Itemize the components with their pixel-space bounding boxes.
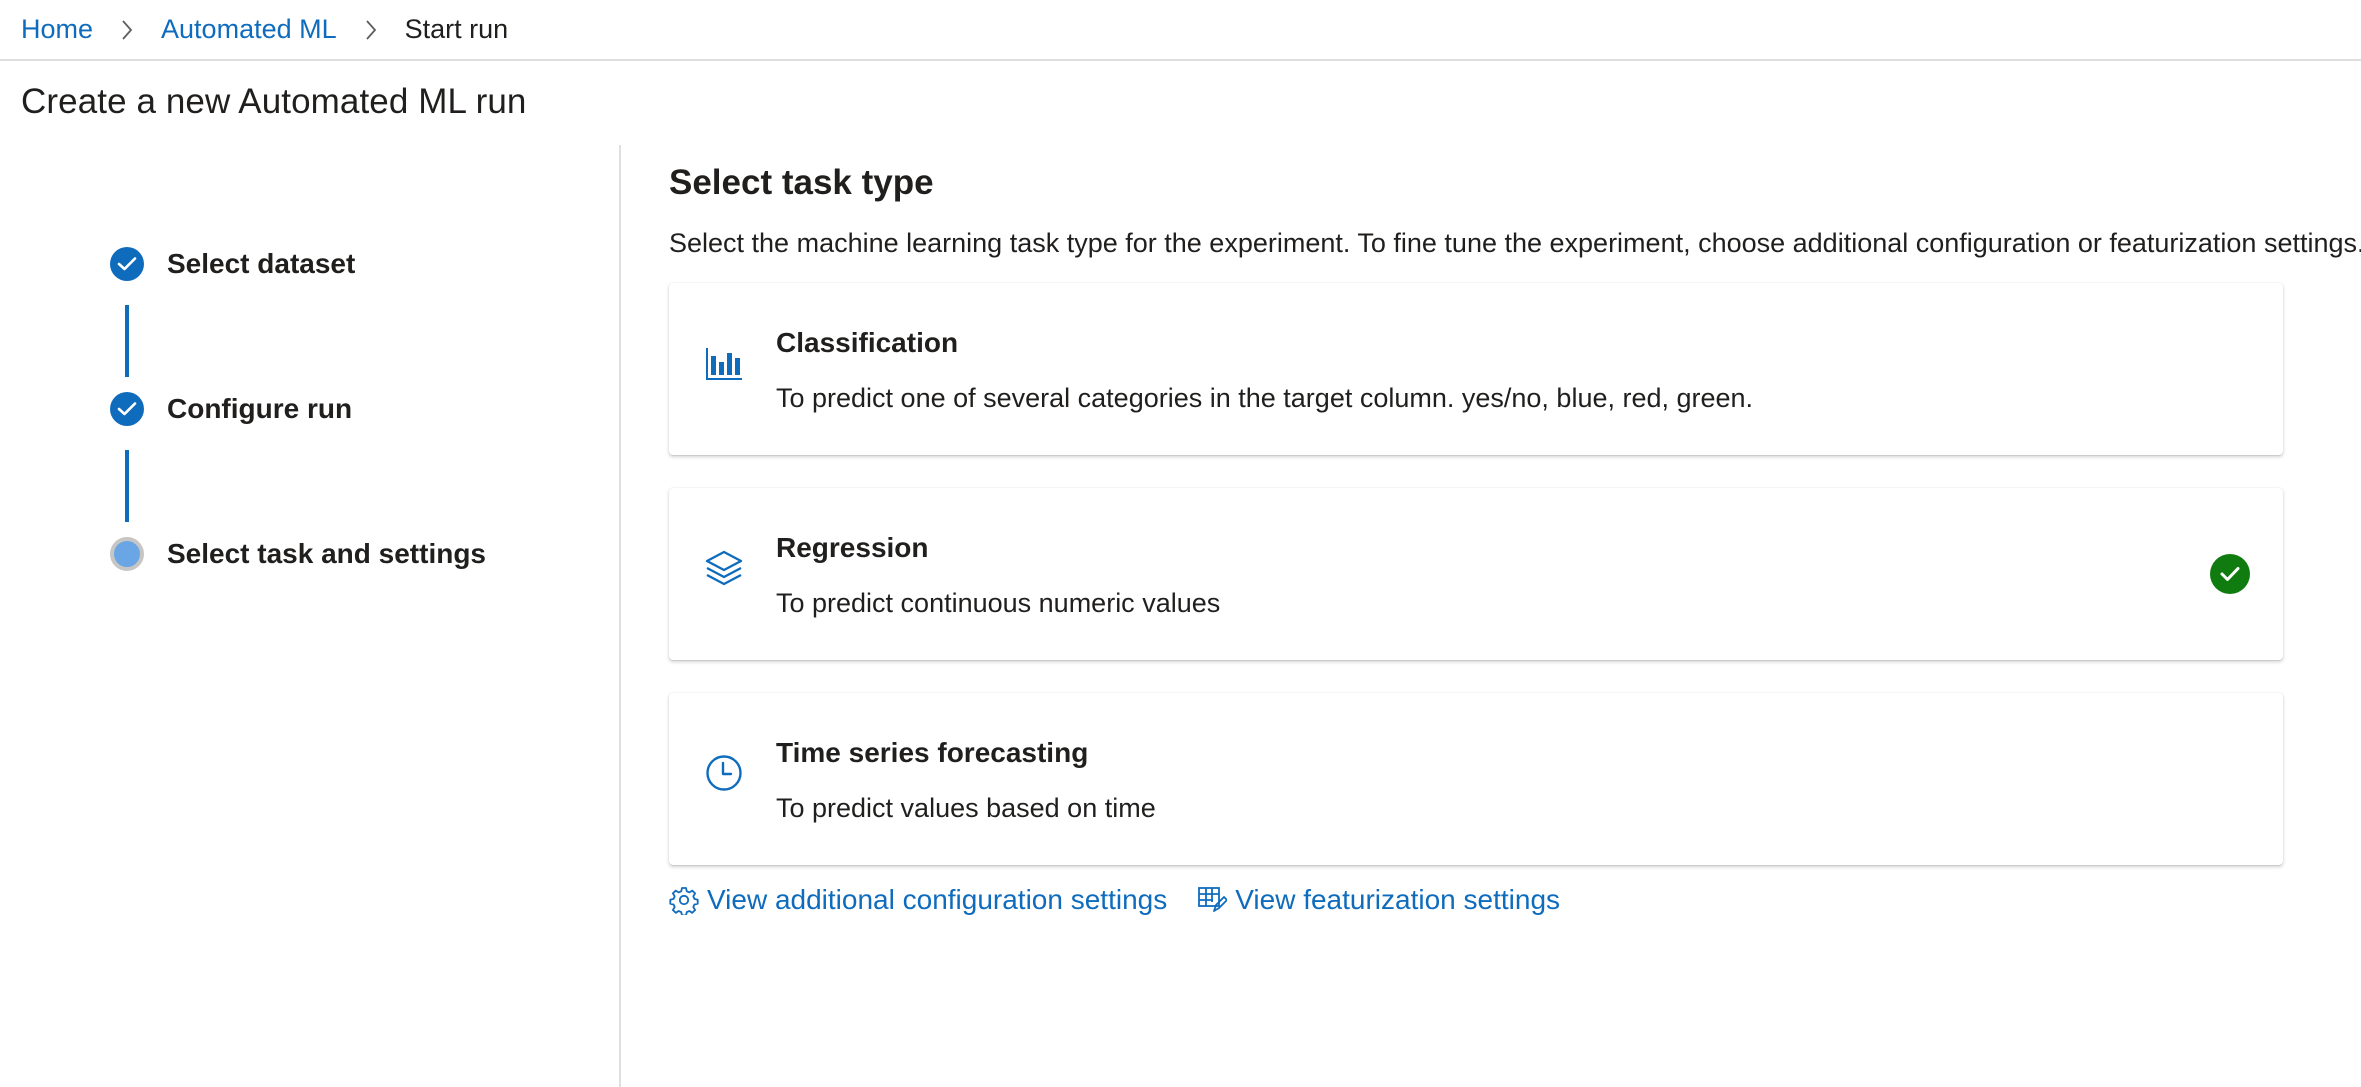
task-title: Regression	[776, 532, 929, 563]
step-connector	[125, 450, 129, 522]
current-step-icon	[110, 537, 144, 571]
table-edit-icon	[1197, 885, 1228, 915]
breadcrumb-home-link[interactable]: Home	[21, 14, 93, 45]
section-description: Select the machine learning task type fo…	[669, 228, 2361, 258]
vertical-divider	[619, 145, 621, 1087]
breadcrumb-automated-ml-link[interactable]: Automated ML	[161, 14, 337, 45]
checkmark-icon	[110, 247, 144, 281]
task-description: To predict values based on time	[776, 793, 1156, 823]
breadcrumb-current: Start run	[404, 14, 509, 44]
task-card-regression[interactable]: Regression To predict continuous numeric…	[669, 488, 2283, 660]
link-label: View featurization settings	[1235, 884, 1561, 915]
selected-checkmark-icon	[2210, 554, 2250, 594]
view-featurization-link[interactable]: View featurization settings	[1197, 884, 1560, 916]
settings-links: View additional configuration settings V…	[669, 884, 1590, 916]
step-label: Select dataset	[167, 248, 356, 279]
bar-chart-icon	[702, 341, 746, 385]
link-label: View additional configuration settings	[707, 884, 1168, 915]
layers-icon	[702, 546, 746, 590]
section-title: Select task type	[669, 163, 934, 202]
view-additional-configuration-link[interactable]: View additional configuration settings	[669, 884, 1167, 916]
step-label: Select task and settings	[167, 538, 487, 569]
checkmark-icon	[110, 392, 144, 426]
step-connector	[125, 305, 129, 377]
task-description: To predict continuous numeric values	[776, 588, 1221, 618]
clock-icon	[702, 751, 746, 795]
gear-icon	[669, 885, 699, 915]
step-label: Configure run	[167, 393, 353, 424]
page-title: Create a new Automated ML run	[21, 82, 527, 121]
task-description: To predict one of several categories in …	[776, 383, 1754, 413]
task-card-classification[interactable]: Classification To predict one of several…	[669, 283, 2283, 455]
task-card-time-series-forecasting[interactable]: Time series forecasting To predict value…	[669, 693, 2283, 865]
chevron-right-icon	[107, 19, 147, 41]
task-title: Classification	[776, 327, 959, 358]
breadcrumb: Home Automated ML Start run	[0, 0, 2361, 61]
chevron-right-icon	[351, 19, 391, 41]
step-select-dataset[interactable]: Select dataset	[110, 247, 355, 281]
task-title: Time series forecasting	[776, 737, 1089, 768]
step-select-task-and-settings[interactable]: Select task and settings	[110, 537, 486, 571]
step-configure-run[interactable]: Configure run	[110, 392, 352, 426]
